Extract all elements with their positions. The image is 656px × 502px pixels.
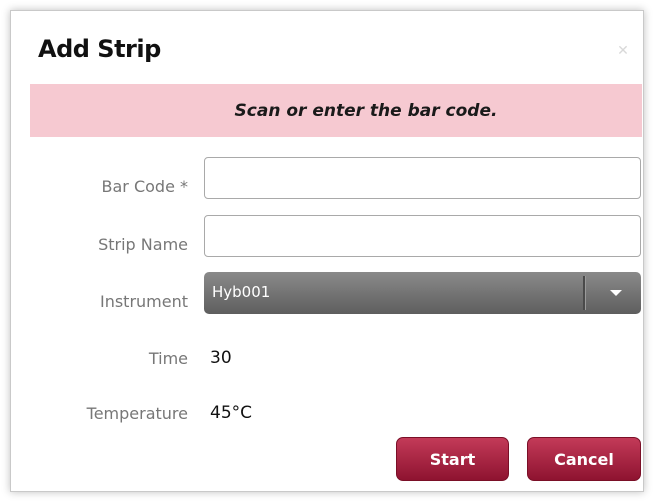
strip-name-label: Strip Name [98,235,188,254]
temperature-value: 45°C [210,403,253,423]
select-divider [583,276,586,310]
dialog-title: Add Strip [38,35,161,63]
time-label: Time [148,349,188,368]
instrument-select[interactable]: Hyb001 [204,272,641,314]
close-icon[interactable]: ✕ [617,44,629,58]
time-value: 30 [210,348,232,368]
add-strip-dialog: Add Strip ✕ Scan or enter the bar code. … [10,10,644,492]
bar-code-label: Bar Code * [101,177,189,196]
instruction-banner: Scan or enter the bar code. [30,84,642,137]
temperature-label: Temperature [86,404,188,423]
cancel-button[interactable]: Cancel [527,437,641,481]
bar-code-input[interactable] [204,157,641,199]
start-button[interactable]: Start [396,437,509,481]
instrument-label: Instrument [99,292,188,311]
chevron-down-icon[interactable] [610,290,622,296]
banner-text: Scan or enter the bar code. [234,100,498,121]
strip-name-input[interactable] [204,215,641,257]
instrument-selected-value: Hyb001 [212,283,271,301]
